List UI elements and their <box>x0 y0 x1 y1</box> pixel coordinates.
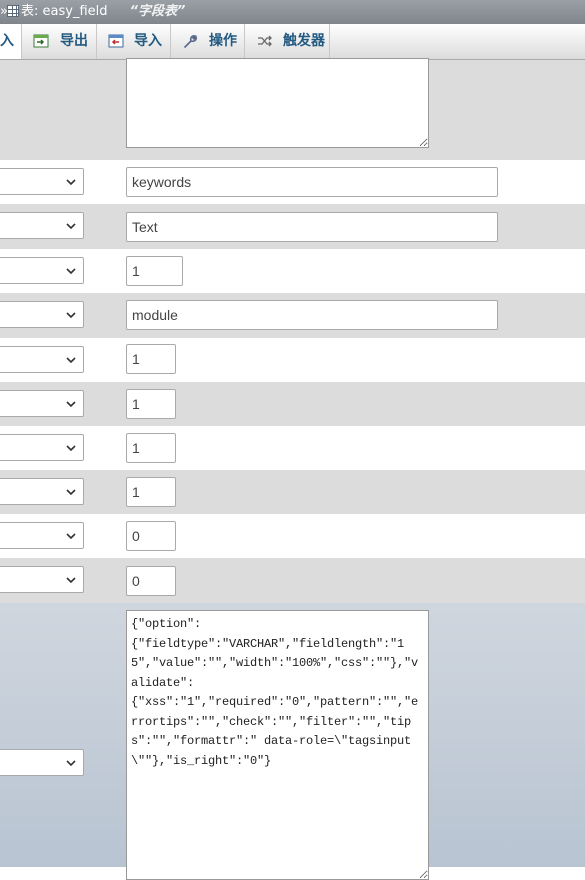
chevron-down-icon <box>66 760 76 767</box>
wrench-icon <box>184 35 197 48</box>
number-input[interactable] <box>126 433 176 463</box>
field-row <box>0 293 585 338</box>
table-icon <box>7 5 19 17</box>
field-row <box>0 426 585 470</box>
table-comment: “字段表” <box>129 4 186 19</box>
number-input[interactable] <box>126 389 176 419</box>
options-json-textarea[interactable]: {"option": {"fieldtype":"VARCHAR","field… <box>126 610 429 880</box>
tab-triggers-label: 触发器 <box>283 33 325 49</box>
number-input[interactable] <box>126 256 183 286</box>
breadcrumb-separator: » <box>0 4 8 19</box>
chevron-down-icon <box>66 445 76 452</box>
tab-import[interactable]: 导入 <box>97 24 171 59</box>
field-name-input[interactable] <box>126 167 498 197</box>
chevron-down-icon <box>66 401 76 408</box>
table-name-link[interactable]: easy_field <box>43 4 108 19</box>
tab-operations[interactable]: 操作 <box>171 24 245 59</box>
field-row: {"option": {"fieldtype":"VARCHAR","field… <box>0 603 585 880</box>
export-icon <box>33 34 49 48</box>
field-row <box>0 558 585 603</box>
chevron-down-icon <box>66 577 76 584</box>
chevron-down-icon <box>66 312 76 319</box>
tab-import-label: 导入 <box>134 33 162 49</box>
module-input[interactable] <box>126 300 498 330</box>
chevron-down-icon <box>66 179 76 186</box>
chevron-down-icon <box>66 223 76 230</box>
import-icon <box>108 34 124 48</box>
field-row <box>0 204 585 249</box>
field-type-input[interactable] <box>126 212 498 242</box>
number-input[interactable] <box>126 344 176 374</box>
field-row <box>0 382 585 426</box>
field-row <box>0 249 585 293</box>
tab-insert-label: 入 <box>0 33 14 49</box>
number-input[interactable] <box>126 477 176 507</box>
chevron-down-icon <box>66 357 76 364</box>
table-label: 表: <box>21 4 39 19</box>
description-textarea[interactable] <box>126 58 429 148</box>
tab-insert[interactable]: 入 <box>0 24 22 59</box>
trigger-icon <box>258 35 272 47</box>
chevron-down-icon <box>66 268 76 275</box>
field-row <box>0 160 585 204</box>
chevron-down-icon <box>66 533 76 540</box>
tab-export-label: 导出 <box>60 33 88 49</box>
field-row <box>0 58 585 160</box>
tab-operations-label: 操作 <box>209 33 237 49</box>
title-bar: » 表: easy_field “字段表” <box>0 0 585 24</box>
number-input[interactable] <box>126 521 176 551</box>
chevron-down-icon <box>66 489 76 496</box>
tab-bar: 入 导出 导入 操作 触发器 <box>0 24 585 60</box>
number-input[interactable] <box>126 566 176 596</box>
tab-triggers[interactable]: 触发器 <box>245 24 330 59</box>
field-row <box>0 338 585 382</box>
tab-export[interactable]: 导出 <box>22 24 97 59</box>
field-row <box>0 514 585 558</box>
field-row <box>0 470 585 514</box>
